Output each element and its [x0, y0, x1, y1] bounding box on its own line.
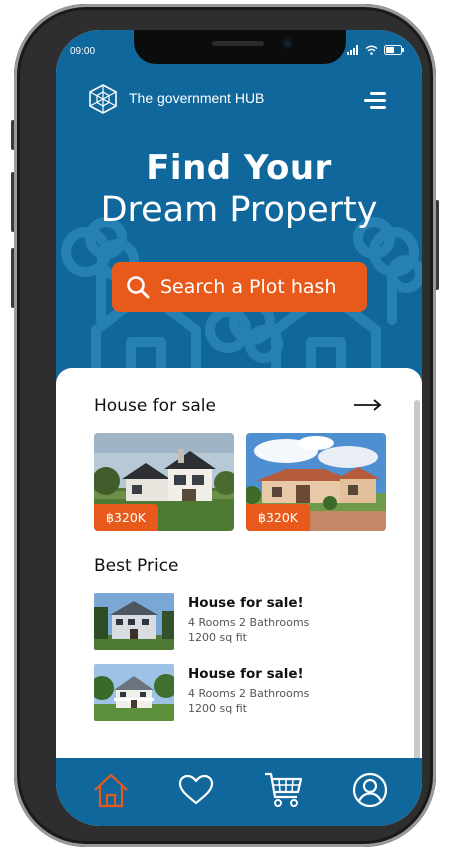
app-screen: 09:00 The government HUB Find Your Dream… [56, 30, 422, 826]
phone-frame: 09:00 The government HUB Find Your Dream… [14, 4, 436, 847]
brand-name: The government HUB [129, 90, 265, 106]
list-item-title: House for sale! [188, 595, 304, 611]
search-button-label: Search a Plot hash [160, 276, 337, 298]
home-icon [94, 773, 128, 808]
list-item-title: House for sale! [188, 666, 304, 682]
house-thumbnail [94, 664, 174, 721]
nav-cart-button[interactable] [262, 768, 306, 812]
price-badge: ฿320K [94, 504, 158, 531]
list-item[interactable]: House for sale! 4 Rooms 2 Bathrooms 1200… [94, 593, 384, 651]
menu-icon[interactable] [364, 92, 386, 110]
house-thumbnail [94, 593, 174, 650]
status-time: 09:00 [70, 46, 96, 57]
list-item-details: 4 Rooms 2 Bathrooms [188, 616, 310, 629]
house-listing-card[interactable]: ฿320K [94, 433, 234, 531]
speaker-grille [212, 41, 264, 46]
list-item-area: 1200 sq fit [188, 631, 247, 644]
front-camera [282, 38, 293, 49]
section-title-best-price: Best Price [94, 556, 179, 576]
heart-icon [178, 774, 214, 805]
scrollbar[interactable] [414, 400, 420, 760]
bottom-nav [56, 758, 422, 826]
phone-notch [134, 30, 346, 64]
wifi-icon [365, 45, 378, 55]
status-icons [347, 45, 404, 55]
search-icon [127, 276, 150, 299]
price-badge: ฿320K [246, 504, 310, 531]
section-title-house-for-sale: House for sale [94, 396, 216, 416]
hexagon-logo-icon [89, 84, 117, 114]
house-listing-card[interactable]: ฿320K [246, 433, 386, 531]
arrow-right-icon[interactable] [354, 399, 382, 411]
list-item-area: 1200 sq fit [188, 702, 247, 715]
hero-title-line1: Find Your [146, 148, 332, 188]
nav-home-button[interactable] [89, 768, 133, 812]
list-item[interactable]: House for sale! 4 Rooms 2 Bathrooms 1200… [94, 664, 384, 722]
list-item-details: 4 Rooms 2 Bathrooms [188, 687, 310, 700]
profile-icon [352, 772, 388, 808]
nav-profile-button[interactable] [348, 768, 392, 812]
search-plot-button[interactable]: Search a Plot hash [112, 262, 367, 312]
hero-section: 09:00 The government HUB Find Your Dream… [56, 30, 422, 390]
nav-favorites-button[interactable] [174, 768, 218, 812]
hero-title-line2: Dream Property [100, 190, 378, 230]
signal-icon [347, 45, 358, 55]
cart-icon [265, 772, 303, 807]
battery-icon [384, 45, 404, 55]
